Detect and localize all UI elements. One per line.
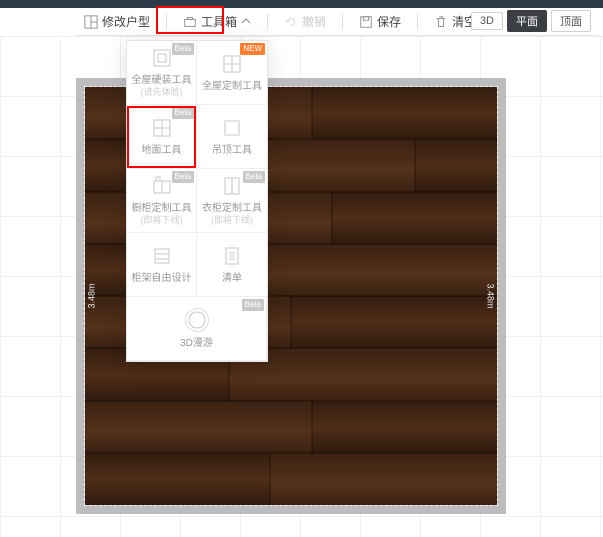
separator <box>267 14 268 30</box>
app-titlebar <box>0 0 603 8</box>
floor-icon <box>151 117 173 139</box>
view-mode-group: 3D 平面 顶面 <box>471 10 591 32</box>
beta-tag: Beta <box>172 43 194 55</box>
trash-icon <box>434 15 448 29</box>
tool-label: 清单 <box>222 273 242 285</box>
toolbox-dropdown: Beta 全屋硬装工具(请先体验) NEW 全屋定制工具 Beta 地面工具 吊… <box>126 40 268 362</box>
new-tag: NEW <box>240 43 265 55</box>
separator <box>417 14 418 30</box>
tool-bom-list[interactable]: 清单 <box>197 233 267 297</box>
tool-label: 地面工具 <box>142 145 182 157</box>
modify-floorplan-button[interactable]: 修改户型 <box>76 11 158 33</box>
dimension-left: 3.48m <box>87 283 97 308</box>
custom-icon <box>221 53 243 75</box>
tool-whole-hardfit[interactable]: Beta 全屋硬装工具(请先体验) <box>127 41 197 105</box>
beta-tag: Beta <box>172 171 194 183</box>
beta-tag: Beta <box>243 171 265 183</box>
list-icon <box>221 245 243 267</box>
shelf-icon <box>151 245 173 267</box>
toolbox-button[interactable]: 工具箱 <box>175 11 259 33</box>
tool-label: 橱柜定制工具(即将下线) <box>132 203 192 226</box>
wardrobe-icon <box>221 175 243 197</box>
separator <box>342 14 343 30</box>
view-3d-button[interactable]: 3D <box>471 12 503 30</box>
view-bird-button[interactable]: 顶面 <box>551 10 591 32</box>
tool-floor[interactable]: Beta 地面工具 <box>127 105 197 169</box>
beta-tag: Beta <box>172 107 194 119</box>
toolbox-icon <box>183 15 197 29</box>
tool-label: 柜架自由设计 <box>132 273 192 285</box>
tool-label: 全屋硬装工具(请先体验) <box>132 75 192 98</box>
tool-3d-roam[interactable]: Beta 3D漫游 <box>127 297 267 361</box>
tool-shelf-free[interactable]: 柜架自由设计 <box>127 233 197 297</box>
tool-label: 全屋定制工具 <box>202 81 262 93</box>
tool-cabinet-custom[interactable]: Beta 橱柜定制工具(即将下线) <box>127 169 197 233</box>
ceiling-icon <box>221 117 243 139</box>
tool-wardrobe-custom[interactable]: Beta 衣柜定制工具(即将下线) <box>197 169 267 233</box>
toolbox-label: 工具箱 <box>201 13 237 30</box>
tool-label: 吊顶工具 <box>212 145 252 157</box>
tool-label: 衣柜定制工具(即将下线) <box>202 203 262 226</box>
undo-label: 撤销 <box>302 13 326 30</box>
floorplan-icon <box>84 15 98 29</box>
tool-whole-custom[interactable]: NEW 全屋定制工具 <box>197 41 267 105</box>
beta-tag: Beta <box>242 299 264 311</box>
cabinet-icon <box>151 175 173 197</box>
save-button[interactable]: 保存 <box>351 11 409 33</box>
hardfit-icon <box>151 47 173 69</box>
undo-icon <box>284 15 298 29</box>
tool-label: 3D漫游 <box>180 338 213 350</box>
separator <box>166 14 167 30</box>
save-label: 保存 <box>377 13 401 30</box>
view-plan-button[interactable]: 平面 <box>507 10 547 32</box>
tool-ceiling[interactable]: 吊顶工具 <box>197 105 267 169</box>
dimension-right: 3.48m <box>485 283 495 308</box>
roam-icon <box>185 308 209 332</box>
save-icon <box>359 15 373 29</box>
chevron-up-icon <box>241 15 251 29</box>
undo-button[interactable]: 撤销 <box>276 11 334 33</box>
modify-floorplan-label: 修改户型 <box>102 13 150 30</box>
